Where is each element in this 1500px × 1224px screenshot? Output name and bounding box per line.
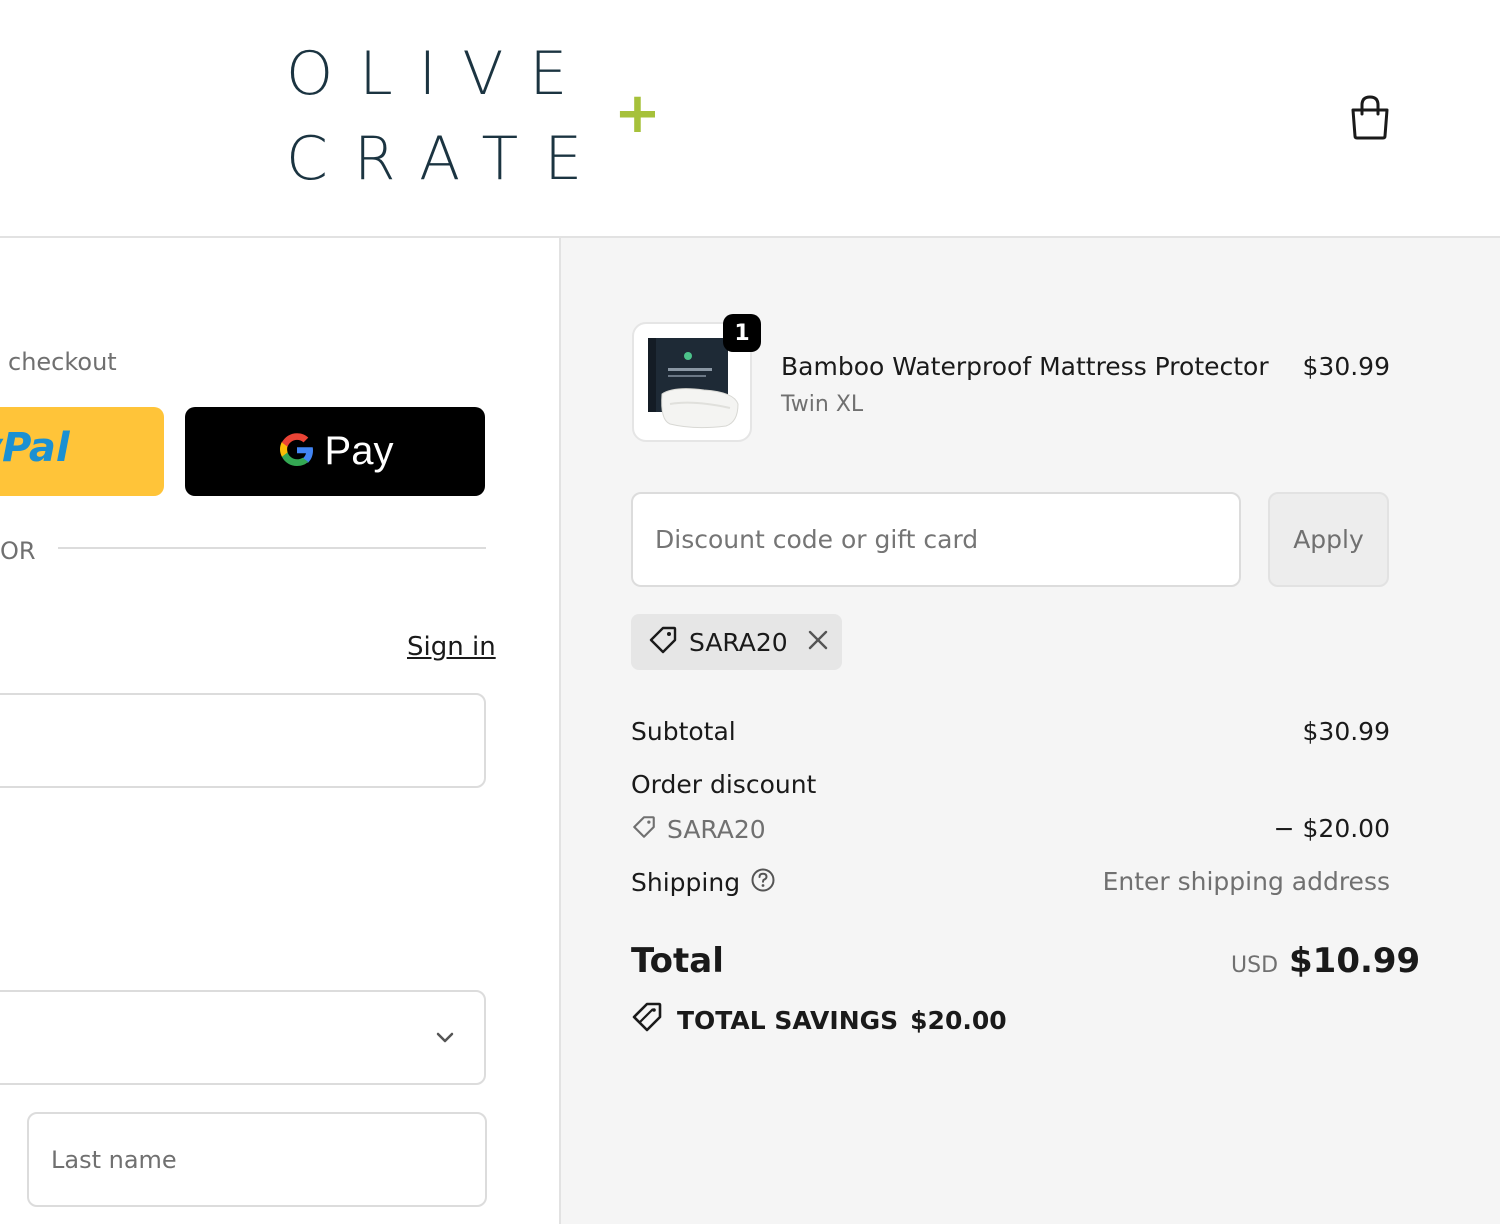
tag-icon	[631, 814, 657, 844]
quantity-badge: 1	[723, 314, 761, 352]
last-name-field[interactable]: Last name	[27, 1112, 487, 1207]
order-discount-label: Order discount	[631, 770, 817, 799]
total-value: $10.99	[1289, 941, 1421, 981]
country-select[interactable]	[0, 990, 486, 1085]
total-savings-value: $20.00	[910, 1005, 1007, 1035]
subtotal-value: $30.99	[1302, 717, 1390, 746]
total-label: Total	[631, 941, 724, 981]
google-g-icon	[277, 430, 317, 474]
total-savings-row: TOTAL SAVINGS $20.00	[631, 1000, 1007, 1040]
shipping-row-label: Shipping	[631, 867, 776, 897]
product-variant: Twin XL	[781, 392, 864, 417]
sign-in-link[interactable]: Sign in	[407, 632, 496, 662]
discount-code-row: SARA20	[631, 814, 766, 844]
or-divider-line	[58, 547, 486, 549]
site-header	[0, 0, 1500, 238]
last-name-placeholder: Last name	[51, 1146, 177, 1174]
applied-code-label: SARA20	[689, 627, 788, 657]
google-pay-button[interactable]: Pay	[185, 407, 485, 496]
store-logo[interactable]: OLIVE CRATE +	[286, 39, 661, 194]
paypal-wordmark: yPal	[0, 425, 70, 471]
product-name: Bamboo Waterproof Mattress Protector	[781, 352, 1269, 381]
subtotal-label: Subtotal	[631, 717, 736, 746]
logo-plus-mark: +	[614, 81, 661, 146]
savings-tag-icon	[631, 1000, 665, 1040]
product-price: $30.99	[1302, 352, 1390, 381]
tag-icon	[647, 624, 679, 660]
help-circle-icon[interactable]	[750, 867, 776, 897]
logo-line-2: CRATE	[286, 124, 609, 194]
shipping-label: Shipping	[631, 867, 741, 897]
shipping-value: Enter shipping address	[1102, 867, 1390, 896]
express-checkout-label: checkout	[8, 348, 117, 376]
google-pay-label: Pay	[324, 429, 394, 473]
total-savings-label: TOTAL SAVINGS	[677, 1005, 899, 1035]
paypal-button[interactable]: yPal	[0, 407, 164, 496]
chevron-down-icon	[434, 1026, 456, 1048]
discount-code-input[interactable]	[631, 492, 1241, 587]
email-field[interactable]	[0, 693, 486, 788]
apply-discount-button[interactable]: Apply	[1268, 492, 1389, 587]
discount-code-label: SARA20	[667, 814, 766, 844]
or-divider-label: OR	[0, 537, 36, 565]
shopping-bag-icon[interactable]	[1345, 92, 1395, 142]
total-currency: USD	[1231, 953, 1279, 978]
close-icon[interactable]	[806, 628, 830, 656]
logo-line-1: OLIVE	[286, 39, 594, 109]
applied-discount-chip: SARA20	[631, 614, 842, 670]
discount-value: − $20.00	[1273, 814, 1390, 843]
